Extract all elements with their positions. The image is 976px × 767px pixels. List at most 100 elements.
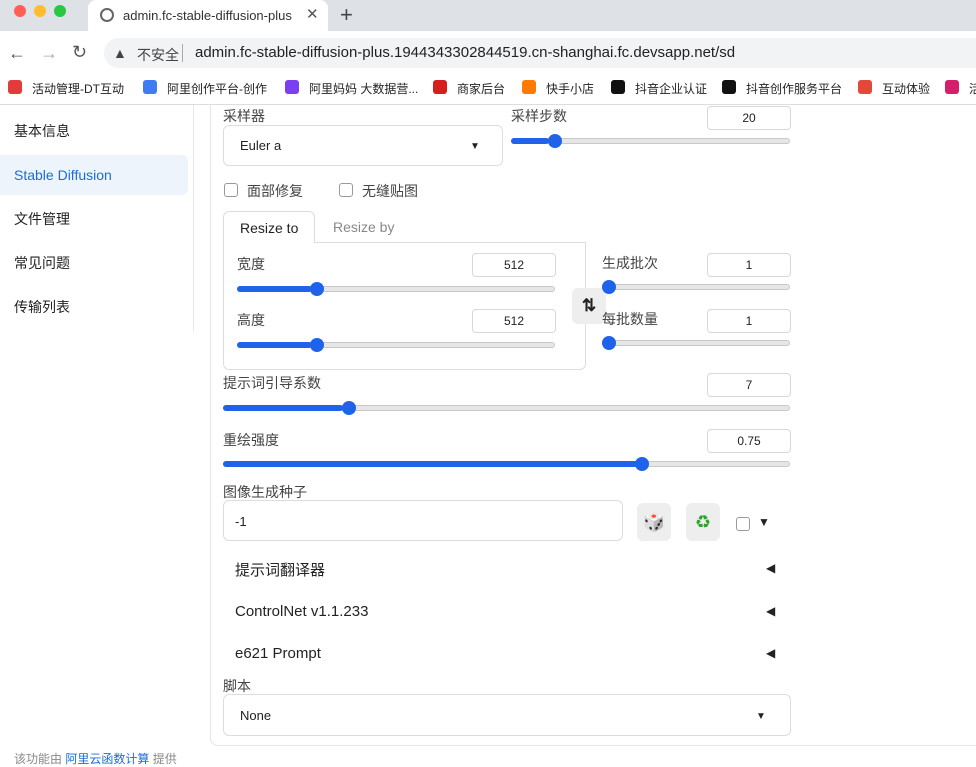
cfg-input[interactable]: 7 xyxy=(707,373,791,397)
close-tab-icon[interactable]: ✕ xyxy=(306,5,319,23)
batch-count-slider[interactable] xyxy=(602,280,790,294)
slider-thumb[interactable] xyxy=(309,338,324,352)
tiling-checkbox[interactable] xyxy=(339,183,353,197)
footer-suffix: 提供 xyxy=(152,752,177,766)
bookmark-item[interactable]: 快手小店 xyxy=(546,80,594,97)
slider-thumb[interactable] xyxy=(341,401,356,415)
cfg-label: 提示词引导系数 xyxy=(223,375,321,391)
close-window-button[interactable] xyxy=(14,5,26,17)
tab-resize-by[interactable]: Resize by xyxy=(333,219,394,235)
accordion-title: 提示词翻译器 xyxy=(235,562,326,579)
accordion-title: e621 Prompt xyxy=(235,645,321,662)
bookmark-item[interactable]: 活动管理-DT互动 xyxy=(32,80,124,97)
steps-input[interactable]: 20 xyxy=(707,106,791,130)
collapse-arrow-icon: ◀ xyxy=(766,646,776,660)
accordion-e621-prompt[interactable]: e621 Prompt ◀ xyxy=(223,634,790,674)
bookmark-item[interactable]: 阿里妈妈 大数据营... xyxy=(309,80,418,97)
denoise-input[interactable]: 0.75 xyxy=(707,429,791,453)
browser-tab[interactable]: admin.fc-stable-diffusion-plus ✕ xyxy=(88,0,328,31)
slider-track[interactable] xyxy=(602,340,790,346)
denoise-label: 重绘强度 xyxy=(223,432,279,448)
cfg-slider[interactable] xyxy=(223,401,790,415)
bookmark-item[interactable]: 抖音创作服务平台 xyxy=(746,80,842,97)
extra-seed-checkbox[interactable] xyxy=(736,517,750,531)
sampler-label: 采样器 xyxy=(223,108,265,124)
bookmark-favicon-icon xyxy=(8,80,22,94)
bookmark-favicon-icon xyxy=(143,80,157,94)
bookmark-favicon-icon xyxy=(285,80,299,94)
new-tab-button[interactable]: + xyxy=(340,2,353,28)
script-select[interactable]: None ▼ xyxy=(223,694,791,736)
slider-thumb[interactable] xyxy=(602,336,616,350)
steps-label: 采样步数 xyxy=(511,108,567,124)
reload-icon[interactable]: ↻ xyxy=(72,42,87,63)
bookmark-favicon-icon xyxy=(945,80,959,94)
width-input[interactable]: 512 xyxy=(472,253,556,277)
seed-label: 图像生成种子 xyxy=(223,484,307,500)
collapse-arrow-icon: ◀ xyxy=(766,604,776,618)
batch-size-slider[interactable] xyxy=(602,336,790,350)
batch-count-label: 生成批次 xyxy=(602,255,658,271)
height-slider[interactable] xyxy=(237,338,555,352)
slider-fill xyxy=(511,138,550,144)
seed-value: -1 xyxy=(235,514,247,529)
slider-thumb[interactable] xyxy=(634,457,649,471)
tiling-label: 无缝贴图 xyxy=(362,183,418,199)
bookmark-favicon-icon xyxy=(858,80,872,94)
forward-arrow-icon[interactable]: → xyxy=(40,43,58,64)
extra-seed-toggle-icon[interactable]: ▼ xyxy=(758,515,770,529)
slider-thumb[interactable] xyxy=(309,282,324,296)
collapse-arrow-icon: ◀ xyxy=(766,561,776,575)
insecure-label[interactable]: 不安全 xyxy=(137,45,179,65)
sampler-value: Euler a xyxy=(240,138,282,153)
accordion-controlnet[interactable]: ControlNet v1.1.233 ◀ xyxy=(223,592,790,632)
width-slider[interactable] xyxy=(237,282,555,296)
bookmark-item[interactable]: 抖音企业认证 xyxy=(635,80,707,97)
back-arrow-icon[interactable]: ← xyxy=(8,43,26,64)
slider-thumb[interactable] xyxy=(548,134,563,148)
steps-slider[interactable] xyxy=(511,134,790,148)
warning-icon[interactable]: ▲ xyxy=(113,45,127,61)
face-restore-checkbox[interactable] xyxy=(224,183,238,197)
caret-down-icon: ▼ xyxy=(470,141,480,152)
sampler-select[interactable]: Euler a ▼ xyxy=(223,125,503,166)
bookmark-item[interactable]: 互动体验 xyxy=(882,80,930,97)
seed-input[interactable]: -1 xyxy=(223,500,623,541)
bookmark-favicon-icon xyxy=(433,80,447,94)
footer-link[interactable]: 阿里云函数计算 xyxy=(65,752,149,766)
swap-dimensions-button[interactable]: ⇅ xyxy=(572,288,606,324)
height-input[interactable]: 512 xyxy=(472,309,556,333)
bookmark-item[interactable]: 阿里创作平台-创作 xyxy=(167,80,267,97)
sidebar: 基本信息 Stable Diffusion 文件管理 常见问题 传输列表 xyxy=(0,105,194,331)
sidebar-item-stable-diffusion[interactable]: Stable Diffusion xyxy=(0,155,188,195)
bookmark-item[interactable]: 商家后台 xyxy=(457,80,505,97)
slider-track[interactable] xyxy=(602,284,790,290)
sidebar-item-basic-info[interactable]: 基本信息 xyxy=(0,111,188,151)
sidebar-item-faq[interactable]: 常见问题 xyxy=(0,243,188,283)
batch-size-input[interactable]: 1 xyxy=(707,309,791,333)
sidebar-item-transfer-list[interactable]: 传输列表 xyxy=(0,287,188,327)
maximize-window-button[interactable] xyxy=(54,5,66,17)
swap-arrows-icon: ⇅ xyxy=(581,296,597,315)
footer-credit: 该功能由 阿里云函数计算 提供 xyxy=(14,750,177,767)
caret-down-icon: ▼ xyxy=(756,711,766,722)
url-text[interactable]: admin.fc-stable-diffusion-plus.194434330… xyxy=(195,44,735,61)
reuse-seed-button[interactable]: ♻ xyxy=(686,503,720,541)
random-seed-button[interactable]: 🎲 xyxy=(637,503,671,541)
slider-fill xyxy=(237,342,312,348)
accordion-prompt-translator[interactable]: 提示词翻译器 ◀ xyxy=(223,548,790,588)
tab-resize-to[interactable]: Resize to xyxy=(223,211,315,243)
minimize-window-button[interactable] xyxy=(34,5,46,17)
sidebar-item-file-management[interactable]: 文件管理 xyxy=(0,199,188,239)
bookmark-favicon-icon xyxy=(522,80,536,94)
slider-thumb[interactable] xyxy=(602,280,616,294)
recycle-icon: ♻ xyxy=(694,512,712,532)
denoise-slider[interactable] xyxy=(223,457,790,471)
width-label: 宽度 xyxy=(237,256,265,272)
address-divider xyxy=(182,44,183,62)
slider-fill xyxy=(223,405,344,411)
bookmark-item[interactable]: 活 xyxy=(969,80,976,97)
footer-prefix: 该功能由 xyxy=(14,752,63,766)
batch-count-input[interactable]: 1 xyxy=(707,253,791,277)
bookmark-favicon-icon xyxy=(611,80,625,94)
